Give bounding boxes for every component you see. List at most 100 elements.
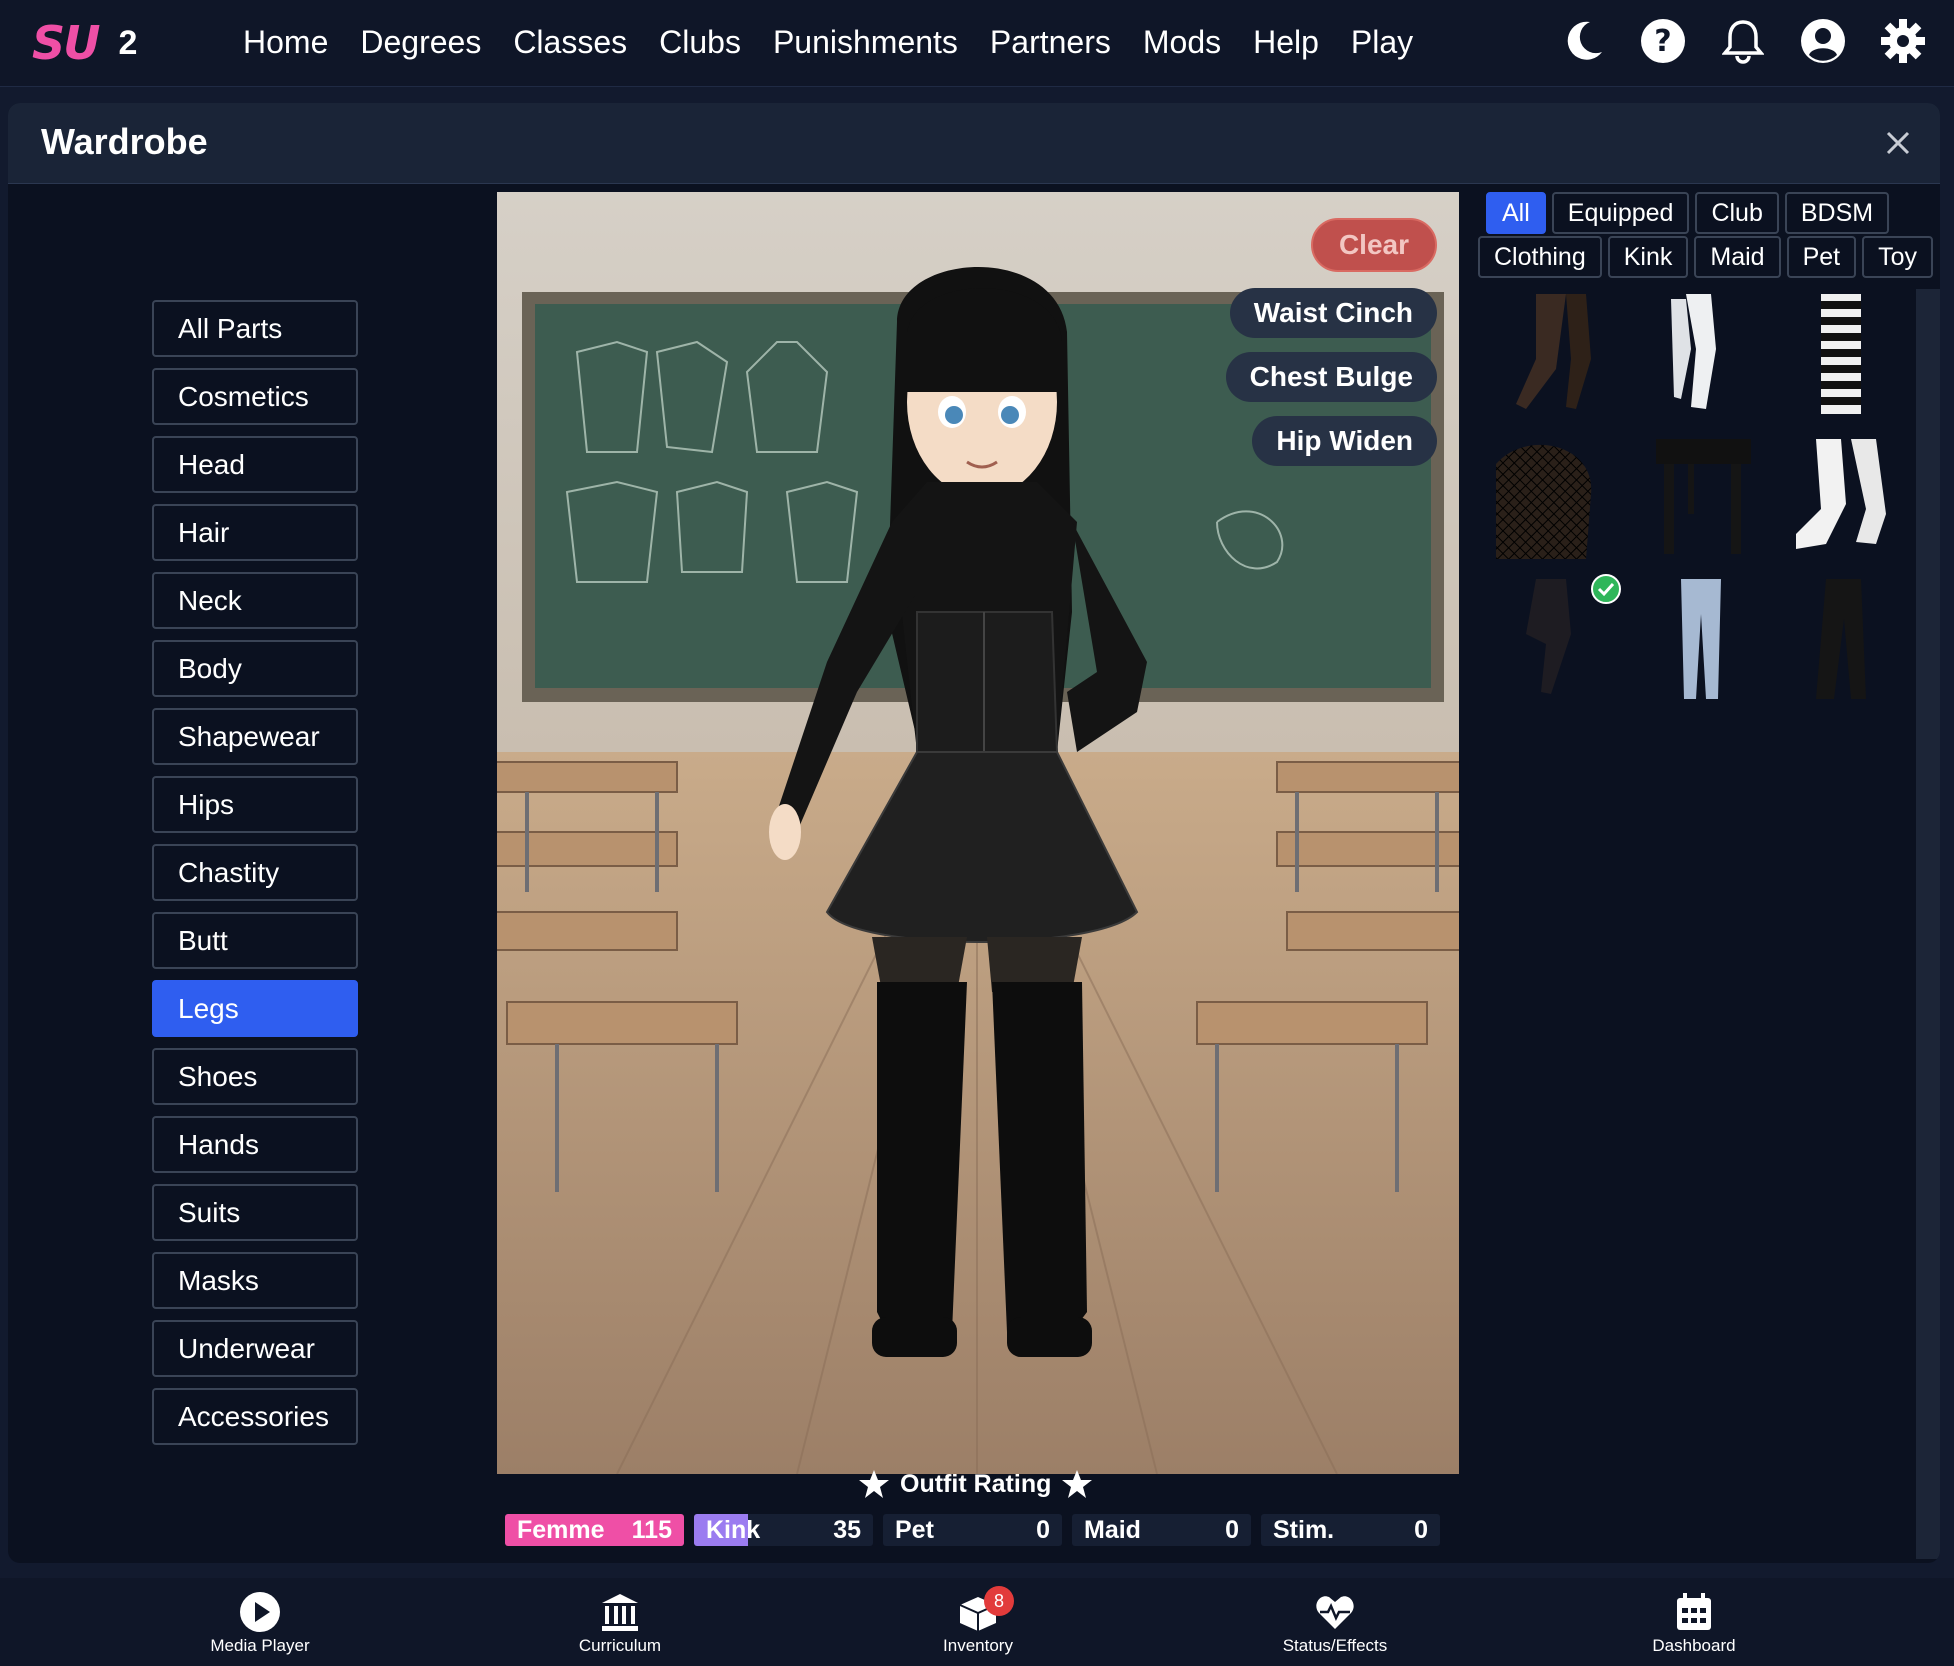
category-head[interactable]: Head [152, 436, 358, 493]
stat-stim: Stim. 0 [1261, 1514, 1440, 1546]
nav-degrees[interactable]: Degrees [360, 18, 481, 66]
status-effects-button[interactable]: Status/Effects [1255, 1590, 1415, 1656]
stat-maid: Maid 0 [1072, 1514, 1251, 1546]
stat-kink: Kink 35 [694, 1514, 873, 1546]
clear-button[interactable]: Clear [1310, 218, 1437, 272]
category-shoes[interactable]: Shoes [152, 1048, 358, 1105]
nav-clubs[interactable]: Clubs [659, 18, 741, 66]
category-suits[interactable]: Suits [152, 1184, 358, 1241]
box-icon [898, 1590, 1058, 1634]
bottom-bar: Media Player Curriculum 8 Inventory Stat… [0, 1578, 1954, 1666]
help-icon[interactable]: ? [1640, 14, 1686, 68]
category-sidebar: All Parts Cosmetics Head Hair Neck Body … [152, 300, 362, 1456]
nav-mods[interactable]: Mods [1143, 18, 1221, 66]
category-accessories[interactable]: Accessories [152, 1388, 358, 1445]
dashboard-button[interactable]: Dashboard [1614, 1590, 1774, 1656]
media-player-button[interactable]: Media Player [180, 1590, 340, 1656]
stat-value: 35 [833, 1516, 861, 1544]
moon-icon[interactable] [1560, 14, 1606, 68]
category-hair[interactable]: Hair [152, 504, 358, 561]
close-icon[interactable] [1878, 123, 1918, 163]
nav-home[interactable]: Home [243, 18, 328, 66]
category-shapewear[interactable]: Shapewear [152, 708, 358, 765]
category-neck[interactable]: Neck [152, 572, 358, 629]
hip-widen-button[interactable]: Hip Widen [1252, 416, 1437, 466]
item-garter-belt[interactable] [1636, 434, 1766, 564]
category-underwear[interactable]: Underwear [152, 1320, 358, 1377]
category-chastity[interactable]: Chastity [152, 844, 358, 901]
status-effects-label: Status/Effects [1282, 1636, 1388, 1655]
bell-icon[interactable] [1720, 14, 1766, 68]
building-columns-icon [540, 1590, 700, 1634]
wardrobe-panel: Wardrobe All Parts Cosmetics Head Hair N… [8, 103, 1940, 1563]
stat-label: Femme [517, 1516, 605, 1544]
filter-clothing[interactable]: Clothing [1478, 236, 1602, 278]
nav-partners[interactable]: Partners [990, 18, 1111, 66]
filter-club[interactable]: Club [1695, 192, 1779, 234]
stat-value: 0 [1414, 1516, 1428, 1544]
stat-label: Kink [706, 1516, 761, 1544]
media-player-label: Media Player [210, 1636, 310, 1655]
heart-pulse-icon [1255, 1590, 1415, 1634]
svg-text:?: ? [1654, 24, 1671, 59]
filter-maid[interactable]: Maid [1694, 236, 1781, 278]
item-white-frilly-socks[interactable] [1776, 434, 1906, 564]
stat-value: 0 [1225, 1516, 1239, 1544]
dashboard-label: Dashboard [1652, 1636, 1736, 1655]
nav-classes[interactable]: Classes [513, 18, 627, 66]
item-grid [1476, 289, 1916, 1559]
curriculum-label: Curriculum [578, 1636, 662, 1655]
category-hips[interactable]: Hips [152, 776, 358, 833]
top-nav: SU 2 Home Degrees Classes Clubs Punishme… [0, 0, 1954, 87]
filter-bdsm[interactable]: BDSM [1784, 192, 1890, 234]
filter-kink[interactable]: Kink [1607, 236, 1689, 278]
stat-pet: Pet 0 [883, 1514, 1062, 1546]
gear-icon[interactable] [1880, 14, 1926, 68]
category-butt[interactable]: Butt [152, 912, 358, 969]
category-body[interactable]: Body [152, 640, 358, 697]
user-icon[interactable] [1800, 14, 1846, 68]
inventory-button[interactable]: 8 Inventory [898, 1586, 1058, 1656]
nav-punishments[interactable]: Punishments [773, 18, 958, 66]
item-black-pantyhose[interactable] [1496, 574, 1626, 704]
inventory-badge: 8 [984, 1586, 1014, 1616]
category-cosmetics[interactable]: Cosmetics [152, 368, 358, 425]
nav-help[interactable]: Help [1253, 18, 1319, 66]
logo[interactable]: SU 2 [32, 16, 137, 70]
star-icon [859, 1470, 889, 1498]
play-icon [180, 1590, 340, 1634]
stat-label: Pet [895, 1516, 934, 1544]
filter-equipped[interactable]: Equipped [1551, 192, 1690, 234]
nav-links: Home Degrees Classes Clubs Punishments P… [243, 18, 1413, 66]
equipped-check-icon [1591, 574, 1621, 604]
item-striped-thigh-highs[interactable] [1776, 289, 1906, 419]
outfit-stats: Femme 115 Kink 35 Pet 0 Maid 0 Stim. 0 [505, 1514, 1440, 1546]
stat-value: 0 [1036, 1516, 1050, 1544]
item-blue-jeans[interactable] [1636, 574, 1766, 704]
panel-header: Wardrobe [8, 103, 1940, 184]
panel-title: Wardrobe [41, 121, 208, 162]
logo-mark: SU [32, 16, 100, 70]
item-fishnet-stockings[interactable] [1486, 434, 1616, 564]
curriculum-button[interactable]: Curriculum [540, 1590, 700, 1656]
nav-icons: ? [1560, 14, 1926, 68]
filter-all[interactable]: All [1486, 192, 1546, 234]
chest-bulge-button[interactable]: Chest Bulge [1225, 352, 1437, 402]
stat-value: 115 [631, 1516, 672, 1544]
item-white-thigh-highs[interactable] [1636, 289, 1766, 419]
outfit-rating-label: Outfit Rating [900, 1469, 1052, 1498]
category-hands[interactable]: Hands [152, 1116, 358, 1173]
category-all-parts[interactable]: All Parts [152, 300, 358, 357]
stat-label: Stim. [1273, 1516, 1335, 1544]
filter-toy[interactable]: Toy [1862, 236, 1933, 278]
waist-cinch-button[interactable]: Waist Cinch [1229, 288, 1437, 338]
stat-label: Maid [1084, 1516, 1141, 1544]
nav-play[interactable]: Play [1351, 18, 1413, 66]
item-grid-scrollbar[interactable] [1916, 289, 1940, 1559]
item-black-pants[interactable] [1776, 574, 1906, 704]
item-sheer-thigh-highs[interactable] [1496, 289, 1626, 419]
category-legs[interactable]: Legs [152, 980, 358, 1037]
filter-pet[interactable]: Pet [1786, 236, 1857, 278]
stat-femme: Femme 115 [505, 1514, 684, 1546]
category-masks[interactable]: Masks [152, 1252, 358, 1309]
